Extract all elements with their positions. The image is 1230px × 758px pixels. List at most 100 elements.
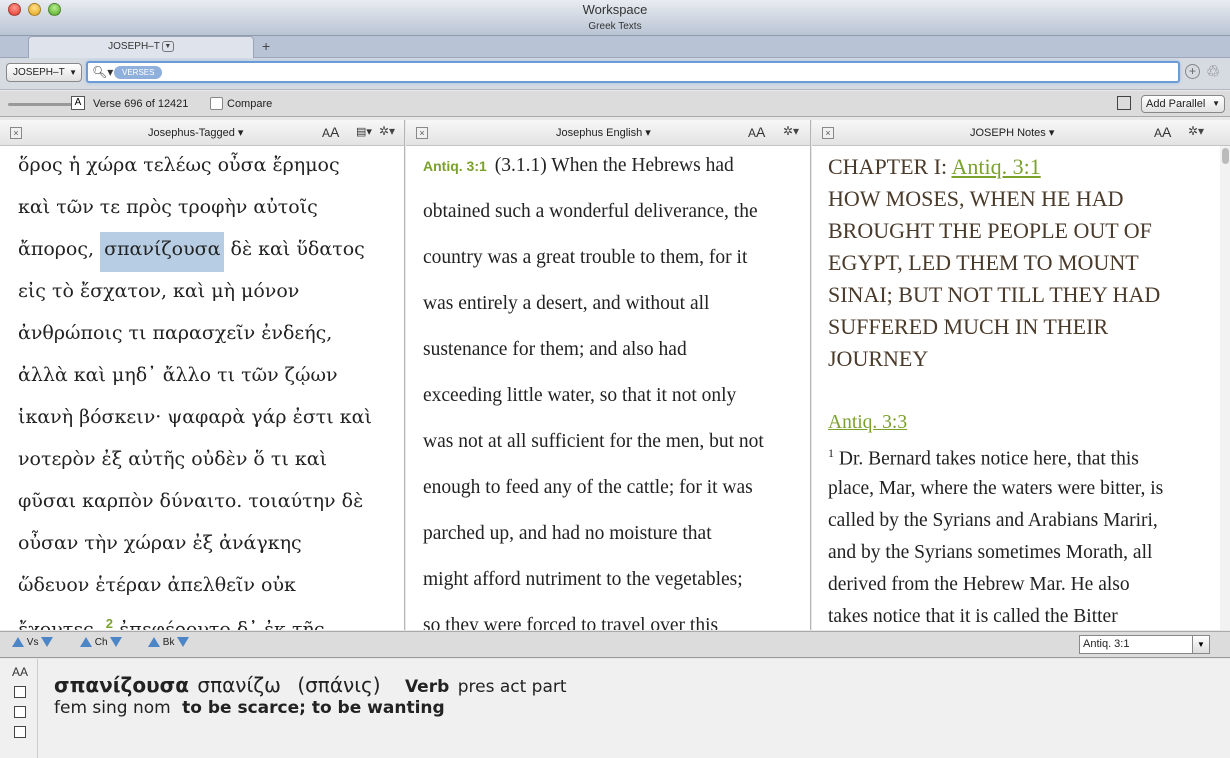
note-link[interactable]: Antiq. 3:3 <box>828 412 907 433</box>
verse-number[interactable]: 2 <box>106 616 113 630</box>
chevron-down-icon: ▼ <box>1212 99 1220 108</box>
pane-title[interactable]: Josephus English ▾ <box>556 126 651 139</box>
text-line: might afford nutriment to the vegetables… <box>423 569 743 590</box>
scroll-thumb[interactable] <box>1222 148 1229 164</box>
text-line: ὅρος ἡ χώρα τελέως οὖσα ἔρημος <box>18 154 340 176</box>
text-line: νοτερὸν ἐξ αὐτῆς οὐδὲν ὅ τι καὶ <box>18 448 328 470</box>
heading-line: JOURNEY <box>828 346 929 371</box>
close-pane-icon[interactable]: × <box>822 127 834 139</box>
clipboard-icon[interactable] <box>14 706 26 718</box>
pane-josephus-english: × Josephus English ▾ AA ✲▾ Antiq. 3:1 (3.… <box>406 120 811 630</box>
text-line: ἱκανὴ βόσκειν· ψαφαρὰ γάρ ἐστι καὶ <box>18 406 372 428</box>
add-parallel-label: Add Parallel <box>1146 98 1206 110</box>
greek-text[interactable]: ὅρος ἡ χώρα τελέως οὖσα ἔρημος καὶ τῶν τ… <box>0 146 404 630</box>
text-line: was entirely a desert, and without all <box>423 293 710 314</box>
verses-scope-pill[interactable]: VERSES <box>114 66 163 79</box>
root[interactable]: (σπάνις) <box>297 673 380 697</box>
parallel-layout-icon[interactable] <box>1117 96 1131 110</box>
text-line: obtained such a wonderful deliverance, t… <box>423 201 758 222</box>
recycle-icon[interactable]: ♲ <box>1206 62 1220 82</box>
chapter-heading: CHAPTER I: Antiq. 3:1 <box>828 154 1041 179</box>
selected-word[interactable]: σπανίζουσα <box>100 232 225 272</box>
text-line: was not at all sufficient for the men, b… <box>423 431 764 452</box>
pane-title[interactable]: Josephus-Tagged ▾ <box>148 126 243 139</box>
close-pane-icon[interactable]: × <box>416 127 428 139</box>
next-chapter-icon[interactable] <box>110 637 123 648</box>
gloss: to be scarce; to be wanting <box>182 698 445 718</box>
chevron-down-icon[interactable]: ▼ <box>161 40 174 52</box>
previous-chapter-icon[interactable] <box>80 637 92 648</box>
copy-icon[interactable] <box>14 686 26 698</box>
instant-details-pane: AA σπανίζουσα σπανίζω (σπάνις) Verb pres… <box>0 659 1230 758</box>
text-line: ἄπορος, σπανίζουσα δὲ καὶ ὕδατος <box>18 232 365 272</box>
window-subtitle: Greek Texts <box>588 21 642 32</box>
heading-line: SINAI; BUT NOT TILL THEY HAD <box>828 282 1161 307</box>
pane-joseph-notes: × JOSEPH Notes ▾ AA ✲▾ CHAPTER I: Antiq.… <box>812 120 1230 630</box>
search-input[interactable]: 🔍︎▾ VERSES <box>86 61 1180 83</box>
verse-nav-label: Vs <box>26 637 39 648</box>
info-sidebar: AA <box>0 659 38 758</box>
parsing-line: σπανίζουσα σπανίζω (σπάνις) Verb pres ac… <box>54 673 567 697</box>
font-size-slider[interactable] <box>8 103 72 106</box>
resource-select[interactable]: JOSEPH–T ▼ <box>6 63 82 82</box>
lemma[interactable]: σπανίζω <box>197 673 280 697</box>
note-reference: Antiq. 3:3 <box>828 412 907 434</box>
pane-header: × Josephus-Tagged ▾ AA ▤▾ ✲▾ <box>0 120 404 146</box>
parsing: pres act part <box>457 677 567 697</box>
text-line: so they were forced to travel over this <box>423 615 719 630</box>
document-options-icon[interactable]: ▤▾ <box>356 125 372 138</box>
gear-icon[interactable]: ✲▾ <box>379 124 395 138</box>
workspace-window: Workspace Greek Texts JOSEPH–T ▼ + JOSEPH… <box>0 0 1230 758</box>
text-line: φῦσαι καρπὸν δύναιτο. τοιαύτην δὲ <box>18 490 364 512</box>
note-line: takes notice that it is called the Bitte… <box>828 606 1118 627</box>
search-icon[interactable]: 🔍︎▾ <box>92 65 113 79</box>
previous-verse-icon[interactable] <box>12 637 24 648</box>
add-search-button[interactable]: + <box>1185 64 1200 79</box>
pane-title[interactable]: JOSEPH Notes ▾ <box>970 126 1054 139</box>
english-text[interactable]: Antiq. 3:1 (3.1.1) When the Hebrews had o… <box>406 146 810 630</box>
text-size-icon[interactable]: AA <box>1154 124 1171 140</box>
text-line: εἰς τὸ ἔσχατον, καὶ μὴ μόνον <box>18 280 300 302</box>
notes-scrollbar[interactable] <box>1220 146 1230 630</box>
text-size-icon[interactable]: AA <box>322 124 339 140</box>
compare-label: Compare <box>227 98 273 110</box>
next-verse-icon[interactable] <box>41 637 54 648</box>
previous-book-icon[interactable] <box>148 637 160 648</box>
pane-header: × Josephus English ▾ AA ✲▾ <box>406 120 810 146</box>
navigation-bar: Vs Ch Bk Antiq. 3:1 ▼ <box>0 631 1230 658</box>
text-size-icon[interactable]: AA <box>748 124 765 140</box>
book-nav: Bk <box>148 637 190 648</box>
gear-icon[interactable]: ✲▾ <box>1188 124 1204 138</box>
notes-text[interactable]: CHAPTER I: Antiq. 3:1 HOW MOSES, WHEN HE… <box>812 146 1230 630</box>
parsing-continued: fem sing nom <box>54 698 171 718</box>
text-size-icon[interactable]: AA <box>12 665 28 679</box>
chapter-link[interactable]: Antiq. 3:1 <box>951 154 1040 179</box>
close-pane-icon[interactable]: × <box>10 127 22 139</box>
compare-checkbox[interactable] <box>210 97 223 110</box>
text-line: enough to feed any of the cattle; for it… <box>423 477 753 498</box>
chevron-down-icon: ▼ <box>69 68 77 77</box>
tab-joseph-t[interactable]: JOSEPH–T ▼ <box>28 36 254 58</box>
gear-icon[interactable]: ✲▾ <box>783 124 799 138</box>
resource-select-label: JOSEPH–T <box>13 67 65 78</box>
title-bar: Workspace Greek Texts <box>0 0 1230 36</box>
heading-line: EGYPT, LED THEM TO MOUNT <box>828 250 1139 275</box>
text-line: ὥδευον ἑτέραν ἀπελθεῖν οὐκ <box>18 574 296 596</box>
window-title: Workspace <box>582 2 648 17</box>
verse-reference[interactable]: Antiq. 3:1 <box>423 158 487 174</box>
add-tab-button[interactable]: + <box>262 38 270 54</box>
note-line: 1 Dr. Bernard takes notice here, that th… <box>828 446 1139 470</box>
selected-word: σπανίζουσα <box>54 673 189 697</box>
font-size-icon[interactable]: A <box>71 96 85 110</box>
text-line: ἀνθρώποις τι παρασχεῖν ἐνδεής, <box>18 322 333 344</box>
text-line: Antiq. 3:1 (3.1.1) When the Hebrews had <box>423 155 734 176</box>
next-book-icon[interactable] <box>177 637 190 648</box>
reference-input[interactable]: Antiq. 3:1 <box>1079 635 1193 654</box>
part-of-speech: Verb <box>404 677 450 697</box>
tab-label: JOSEPH–T <box>108 41 160 52</box>
add-parallel-button[interactable]: Add Parallel ▼ <box>1141 95 1225 113</box>
text-line: parched up, and had no moisture that <box>423 523 712 544</box>
pane-josephus-tagged: × Josephus-Tagged ▾ AA ▤▾ ✲▾ ὅρος ἡ χώρα… <box>0 120 405 630</box>
chevron-down-icon[interactable]: ▼ <box>1192 635 1210 654</box>
window-icon[interactable] <box>14 726 26 738</box>
